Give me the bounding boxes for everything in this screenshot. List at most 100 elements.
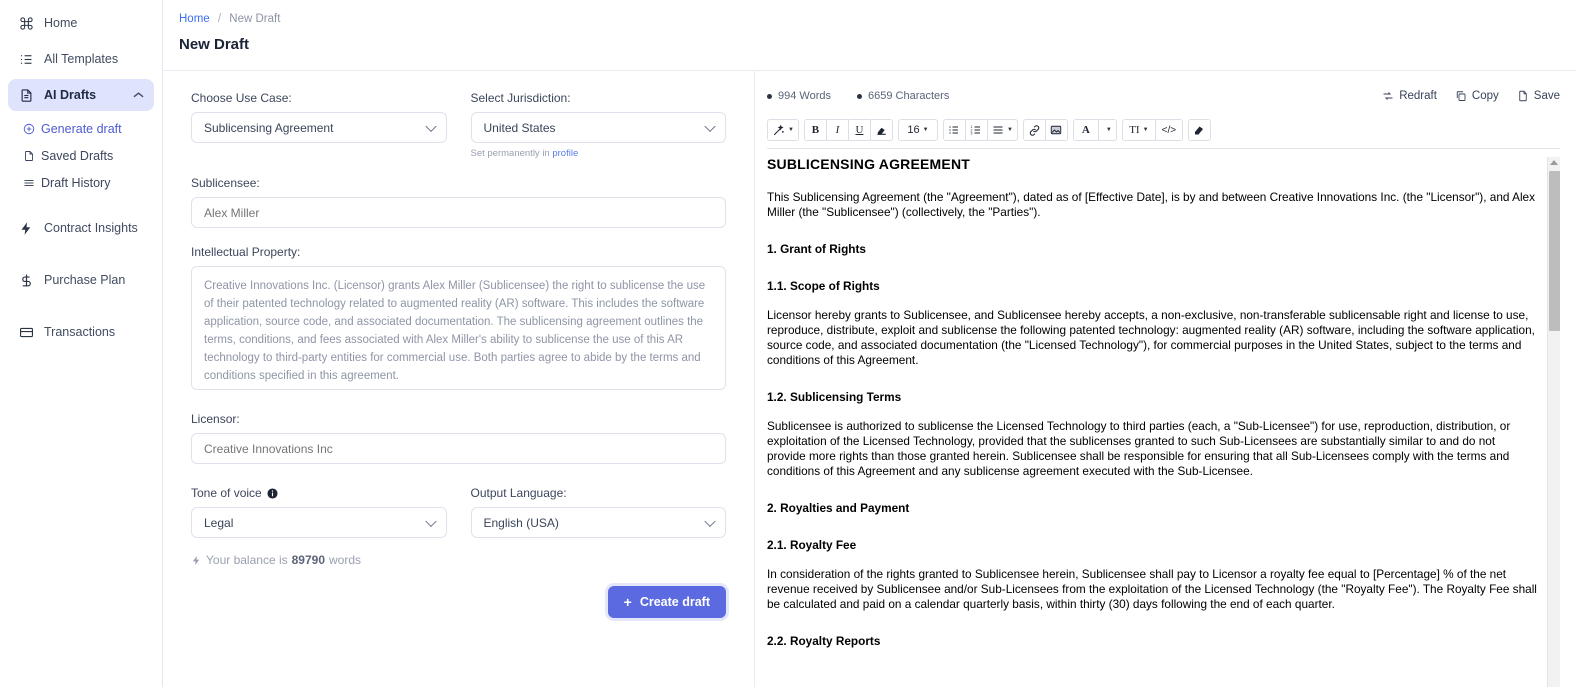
command-icon (18, 15, 34, 31)
language-select[interactable]: English (USA) (470, 507, 726, 538)
align-button[interactable]: ▼ (986, 119, 1018, 141)
intellectual-property-label: Intellectual Property: (191, 245, 301, 259)
form-row-usecase-jurisdiction: Choose Use Case: Sublicensing Agreement … (191, 91, 726, 159)
use-case-select[interactable]: Sublicensing Agreement (191, 112, 447, 143)
jurisdiction-field-group: Select Jurisdiction: United States Set p… (470, 91, 726, 159)
breadcrumb-home-link[interactable]: Home (179, 13, 210, 25)
language-label: Output Language: (470, 486, 567, 500)
profile-link[interactable]: profile (552, 148, 578, 159)
chevron-down-icon (424, 515, 437, 527)
image-button[interactable] (1044, 119, 1068, 141)
word-count-label: 994 Words (778, 90, 831, 102)
sidebar-item-home[interactable]: Home (8, 7, 154, 39)
page-title: New Draft (179, 36, 250, 53)
sidebar-subitem-label: Generate draft (41, 121, 122, 136)
tone-select[interactable]: Legal (191, 507, 447, 538)
document-heading: 2.1. Royalty Fee (767, 538, 857, 552)
sidebar-item-contract-insights[interactable]: Contract Insights (8, 212, 154, 244)
list-icon (18, 51, 34, 67)
link-button[interactable] (1022, 119, 1046, 141)
licensor-label: Licensor: (191, 412, 240, 426)
document-paragraph: Sublicensee is authorized to sublicense … (767, 419, 1511, 478)
document-paragraph: This Sublicensing Agreement (the "Agreem… (767, 190, 1536, 219)
bullet-list-button[interactable] (942, 119, 966, 141)
document-heading: 2. Royalties and Payment (767, 501, 910, 515)
sidebar-item-ai-drafts[interactable]: AI Drafts (8, 79, 154, 111)
sidebar-item-purchase-plan[interactable]: Purchase Plan (8, 264, 154, 296)
highlighter-button[interactable] (869, 119, 893, 141)
sidebar-divider-space-2 (0, 248, 162, 260)
content-split: Choose Use Case: Sublicensing Agreement … (163, 71, 1576, 687)
breadcrumb-current: New Draft (229, 13, 281, 25)
document-body[interactable]: SUBLICENSING AGREEMENT This Sublicensing … (767, 157, 1547, 687)
sidebar-subnav: Generate draft Saved Drafts Draft Histor… (0, 115, 162, 196)
chevron-up-icon[interactable] (133, 91, 144, 99)
dollar-icon (18, 272, 34, 288)
sublicensee-input[interactable] (191, 197, 726, 228)
clear-format-button[interactable] (1187, 119, 1211, 141)
sidebar-item-label: Purchase Plan (44, 273, 126, 287)
document-scrollbar[interactable] (1547, 157, 1560, 687)
sidebar-subitem-label: Draft History (41, 175, 111, 190)
underline-button[interactable]: U (847, 119, 871, 141)
scrollbar-thumb[interactable] (1549, 171, 1560, 331)
intellectual-property-textarea[interactable] (191, 266, 726, 390)
sidebar-item-draft-history[interactable]: Draft History (22, 169, 162, 196)
document-icon (18, 87, 34, 103)
document-scroll-area: SUBLICENSING AGREEMENT This Sublicensing … (767, 157, 1560, 687)
tone-label: Tone of voice (191, 486, 447, 500)
redraft-icon (1382, 90, 1394, 102)
link-icon (1028, 124, 1041, 137)
font-size-value: 16 (907, 124, 920, 136)
toolbar-group-insert (1022, 119, 1068, 141)
save-button[interactable]: Save (1517, 90, 1560, 102)
use-case-value: Sublicensing Agreement (204, 120, 334, 135)
text-style-button[interactable]: TI ▼ (1121, 119, 1156, 141)
bolt-icon (191, 555, 202, 566)
document-heading: 1. Grant of Rights (767, 242, 866, 256)
balance-amount: 89790 (291, 553, 325, 567)
italic-button[interactable]: I (825, 119, 849, 141)
sidebar-item-transactions[interactable]: Transactions (8, 316, 154, 348)
sidebar-divider-space (0, 196, 162, 208)
use-case-field-group: Choose Use Case: Sublicensing Agreement (191, 91, 447, 159)
magic-wand-button[interactable]: ▼ (767, 119, 799, 141)
bold-button[interactable]: B (803, 119, 827, 141)
plus-icon: + (623, 594, 632, 610)
chevron-down-icon: ▼ (1006, 127, 1013, 133)
scroll-up-arrow-icon[interactable] (1550, 160, 1558, 165)
copy-label: Copy (1471, 90, 1499, 102)
save-icon (1517, 90, 1529, 102)
form-spacer-4 (191, 464, 726, 486)
save-label: Save (1533, 90, 1560, 102)
sidebar-subitem-label: Saved Drafts (41, 148, 114, 163)
font-size-select[interactable]: 16 ▼ (897, 119, 938, 141)
info-icon[interactable] (267, 487, 278, 499)
balance-status: Your balance is 89790 words (191, 553, 726, 567)
redraft-button[interactable]: Redraft (1382, 90, 1437, 102)
font-color-dropdown[interactable]: ▼ (1097, 119, 1117, 141)
sublicensee-field-group: Sublicensee: (191, 176, 726, 228)
document-paragraph: In consideration of the rights granted t… (767, 567, 1537, 611)
licensor-input[interactable] (191, 433, 726, 464)
eraser-icon (1193, 124, 1205, 136)
create-draft-button[interactable]: + Create draft (607, 586, 726, 618)
form-spacer-3 (191, 395, 726, 412)
numbered-list-button[interactable]: 1 2 3 (964, 119, 988, 141)
document-paragraph: Licensor hereby grants to Sublicensee, a… (767, 308, 1535, 367)
sidebar-item-label: AI Drafts (44, 88, 97, 102)
sidebar-item-generate-draft[interactable]: Generate draft (22, 115, 162, 142)
align-icon (992, 124, 1004, 136)
app-root: Home All Templates AI Drafts Generate dr… (0, 0, 1576, 687)
sidebar-item-all-templates[interactable]: All Templates (8, 43, 154, 75)
font-color-button[interactable]: A (1072, 119, 1099, 141)
sidebar: Home All Templates AI Drafts Generate dr… (0, 0, 163, 687)
text-style-label: TI (1129, 124, 1140, 136)
document-heading: 1.2. Sublicensing Terms (767, 390, 902, 404)
toolbar-group-color: A ▼ (1072, 119, 1117, 141)
jurisdiction-select[interactable]: United States (470, 112, 726, 143)
code-button[interactable]: </> (1154, 119, 1183, 141)
copy-button[interactable]: Copy (1455, 90, 1499, 102)
editor-panel: 994 Words 6659 Characters Redraft Copy S… (755, 71, 1576, 687)
sidebar-item-saved-drafts[interactable]: Saved Drafts (22, 142, 162, 169)
